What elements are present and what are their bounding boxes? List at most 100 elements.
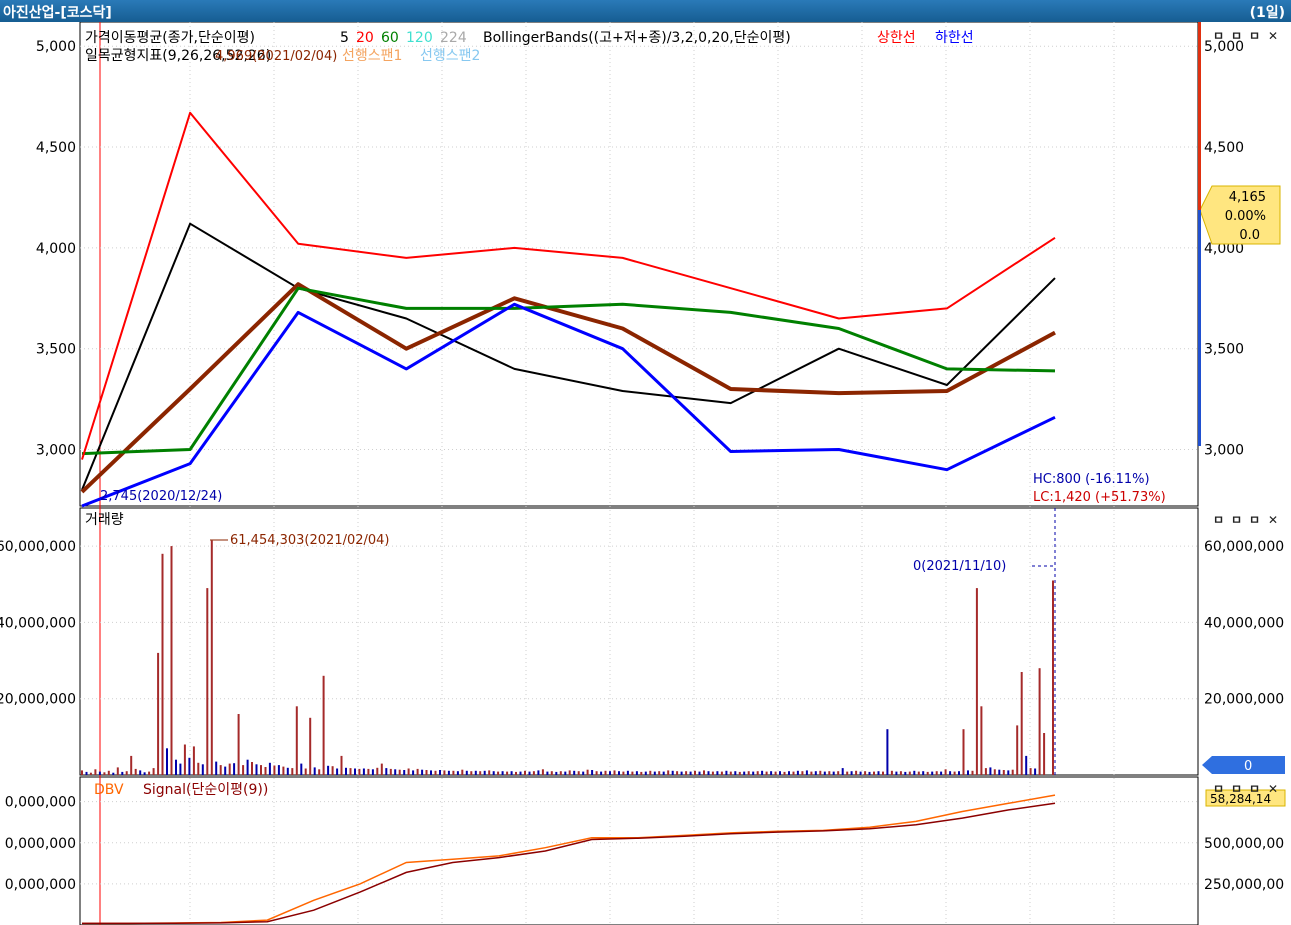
volume-bar bbox=[112, 772, 115, 775]
volume-bar bbox=[488, 770, 491, 775]
volume-bar bbox=[618, 771, 620, 775]
volume-bar bbox=[631, 771, 634, 775]
volume-bar bbox=[394, 769, 397, 775]
volume-bar bbox=[770, 771, 773, 775]
volume-bar bbox=[998, 769, 1001, 775]
volume-bar bbox=[354, 768, 356, 775]
panel-button-restore[interactable]: ㅁ bbox=[1231, 29, 1242, 43]
volume-bar bbox=[859, 771, 862, 775]
volume-bar bbox=[483, 770, 486, 775]
volume-bar bbox=[434, 770, 437, 775]
volume-bar bbox=[152, 768, 155, 775]
volume-bar bbox=[765, 771, 768, 775]
volume-bar bbox=[85, 771, 88, 775]
volume-bar bbox=[685, 771, 688, 775]
panel-button-maximize[interactable]: ㅁ bbox=[1249, 782, 1260, 796]
volume-bar bbox=[975, 588, 978, 775]
volume-bar bbox=[873, 771, 875, 775]
volume-bar bbox=[609, 771, 611, 775]
volume-bar bbox=[398, 769, 401, 775]
volume-bar bbox=[479, 771, 482, 775]
volume-bar bbox=[743, 771, 746, 775]
volume-bar bbox=[662, 771, 665, 775]
volume-max-label: 61,454,303(2021/02/04) bbox=[230, 533, 390, 548]
panel-button-minimize[interactable]: ㅁ bbox=[1213, 29, 1224, 43]
period-indicator[interactable]: (1일) bbox=[1250, 2, 1285, 22]
volume-bar bbox=[242, 765, 245, 775]
volume-bar bbox=[376, 767, 379, 775]
volume-bar bbox=[546, 771, 549, 775]
volume-bar bbox=[228, 763, 231, 775]
volume-panel-buttons[interactable]: ㅁ ㅁ ㅁ ✕ bbox=[1213, 513, 1278, 527]
volume-bar bbox=[260, 765, 262, 775]
volume-bar bbox=[944, 769, 947, 775]
volume-bar bbox=[183, 744, 186, 775]
volume-bar bbox=[868, 771, 871, 775]
volume-bar bbox=[121, 771, 124, 775]
panel-button-close[interactable]: ✕ bbox=[1268, 782, 1278, 796]
volume-bar bbox=[255, 764, 258, 775]
volume-bar bbox=[210, 540, 213, 775]
volume-bar bbox=[175, 759, 177, 775]
price-panel-buttons[interactable]: ㅁ ㅁ ㅁ ✕ bbox=[1213, 29, 1278, 43]
volume-bar bbox=[385, 768, 388, 775]
volume-bar bbox=[658, 771, 661, 775]
ma-legend-120: 120 bbox=[406, 30, 433, 46]
volume-bar bbox=[532, 771, 535, 775]
panel-button-maximize[interactable]: ㅁ bbox=[1249, 29, 1260, 43]
volume-bar bbox=[814, 771, 817, 775]
volume-bar bbox=[201, 764, 204, 775]
volume-bar bbox=[810, 771, 813, 775]
panel-button-close[interactable]: ✕ bbox=[1268, 29, 1278, 43]
panel-button-restore[interactable]: ㅁ bbox=[1231, 782, 1242, 796]
panel-button-minimize[interactable]: ㅁ bbox=[1213, 513, 1224, 527]
volume-bar bbox=[192, 746, 195, 775]
volume-bar bbox=[886, 729, 889, 775]
volume-bar bbox=[246, 759, 249, 775]
volume-bar bbox=[403, 770, 406, 775]
volume-bar bbox=[626, 770, 629, 775]
volume-bar bbox=[412, 770, 415, 775]
volume-bar bbox=[689, 771, 692, 775]
volume-bar bbox=[734, 771, 737, 775]
volume-bar bbox=[443, 770, 446, 775]
volume-bar bbox=[134, 768, 137, 775]
volume-bar bbox=[761, 770, 764, 775]
panel-button-minimize[interactable]: ㅁ bbox=[1213, 782, 1224, 796]
volume-bar bbox=[309, 717, 312, 775]
volume-bar bbox=[895, 771, 898, 775]
price-tick-left: 5,000 bbox=[36, 39, 76, 55]
volume-bar bbox=[980, 706, 983, 775]
price-tick-left: 4,000 bbox=[36, 241, 76, 257]
volume-bar bbox=[653, 771, 656, 775]
volume-bar bbox=[935, 771, 938, 775]
volume-bar bbox=[703, 770, 705, 775]
volume-bar bbox=[233, 763, 236, 775]
volume-bar bbox=[336, 768, 339, 775]
volume-bar bbox=[779, 771, 781, 775]
volume-bar bbox=[515, 771, 517, 775]
panel-button-maximize[interactable]: ㅁ bbox=[1249, 513, 1260, 527]
volume-bar bbox=[796, 770, 799, 775]
volume-bar bbox=[318, 769, 321, 775]
volume-bar bbox=[949, 771, 952, 775]
dbv-tick-left: 0,000,000 bbox=[5, 836, 76, 852]
volume-bar bbox=[501, 771, 504, 775]
volume-bar bbox=[649, 770, 652, 775]
price-tick-right: 4,500 bbox=[1204, 140, 1244, 156]
volume-bar bbox=[922, 771, 925, 775]
stock-chart[interactable]: 5,000 5,0004,500 4,5004,000 4,0003,500 3,500… bbox=[0, 22, 1291, 925]
volume-bar bbox=[1038, 668, 1041, 775]
volume-bar bbox=[729, 771, 732, 775]
scale-up-bar bbox=[1198, 22, 1201, 210]
volume-bar bbox=[1011, 769, 1014, 775]
volume-bar bbox=[774, 771, 777, 775]
panel-button-restore[interactable]: ㅁ bbox=[1231, 513, 1242, 527]
low-marker-label: 2,745(2020/12/24) bbox=[100, 489, 222, 504]
volume-badge: 0 bbox=[1202, 756, 1285, 774]
volume-bar bbox=[461, 769, 464, 775]
volume-bar bbox=[904, 771, 907, 775]
volume-bar bbox=[559, 771, 562, 775]
panel-button-close[interactable]: ✕ bbox=[1268, 513, 1278, 527]
volume-bar bbox=[890, 770, 893, 775]
